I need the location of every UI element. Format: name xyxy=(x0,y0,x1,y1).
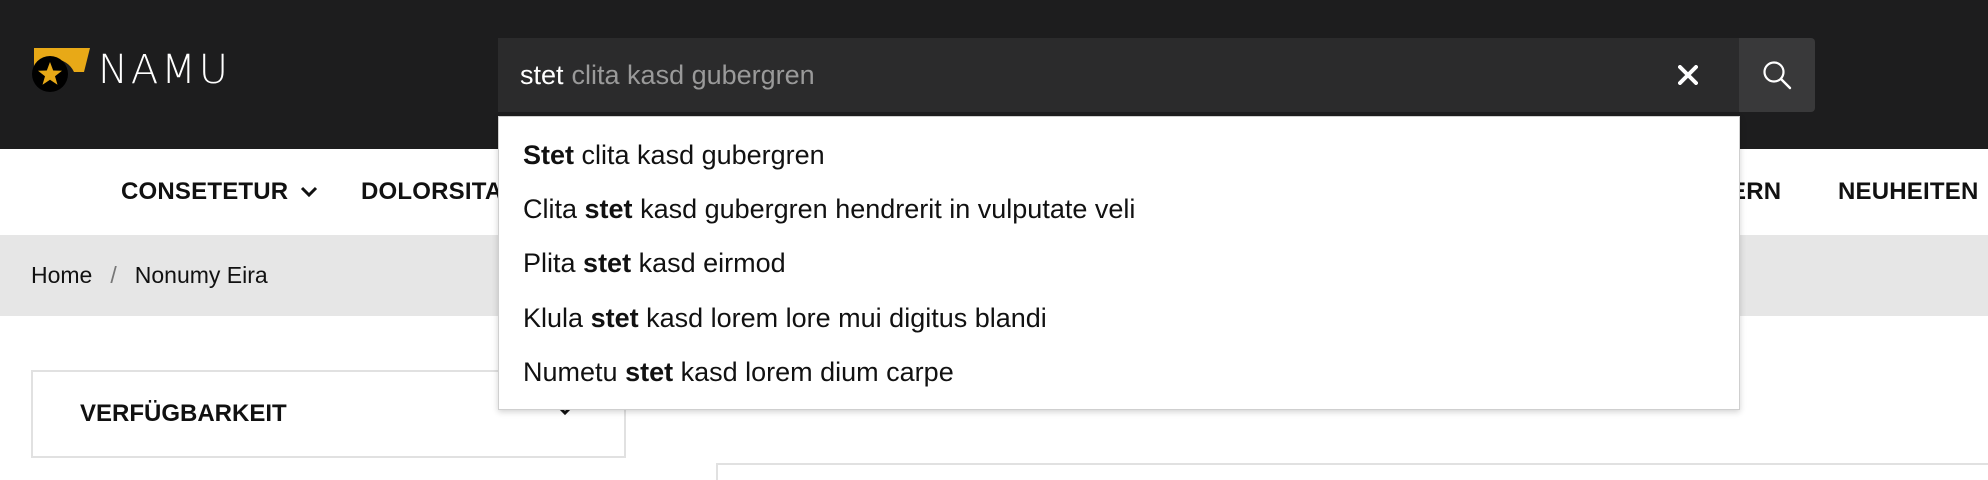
suggestion-match: stet xyxy=(590,303,639,333)
logo[interactable]: NAMU xyxy=(30,48,231,92)
namu-logo-icon xyxy=(30,48,90,92)
suggestion-prefix: Clita xyxy=(523,194,578,224)
suggestion-item[interactable]: Klula stet kasd lorem lore mui digitus b… xyxy=(523,305,1047,332)
availability-filter-label: VERFÜGBARKEIT xyxy=(80,400,287,427)
suggestion-prefix: Numetu xyxy=(523,357,618,387)
suggestion-item[interactable]: Numetu stet kasd lorem dium carpe xyxy=(523,359,954,386)
close-icon xyxy=(1678,65,1698,85)
suggestion-prefix: Plita xyxy=(523,248,576,278)
nav-item-label: CONSETETUR xyxy=(121,178,289,205)
search-submit-button[interactable] xyxy=(1739,38,1815,112)
suggestion-suffix: kasd gubergren hendrerit in vulputate ve… xyxy=(640,194,1136,224)
product-list-container xyxy=(716,463,1988,480)
chevron-down-icon xyxy=(300,186,318,198)
suggestion-suffix: kasd eirmod xyxy=(638,248,786,278)
suggestion-item[interactable]: Plita stet kasd eirmod xyxy=(523,250,786,277)
search-suggestions-dropdown: Stet clita kasd gubergren Clita stet kas… xyxy=(498,116,1740,410)
search-input[interactable]: stet clita kasd gubergren xyxy=(498,38,1739,112)
suggestion-item[interactable]: Clita stet kasd gubergren hendrerit in v… xyxy=(523,196,1135,223)
suggestion-match: stet xyxy=(584,194,633,224)
logo-wordmark: NAMU xyxy=(98,47,232,93)
suggestion-prefix: Klula xyxy=(523,303,584,333)
breadcrumb-current: Nonumy Eira xyxy=(134,262,268,288)
breadcrumb-separator: / xyxy=(110,262,117,288)
search-bar: stet clita kasd gubergren xyxy=(498,38,1815,112)
nav-item-neuheiten[interactable]: NEUHEITEN xyxy=(1838,149,1978,235)
suggestion-match: Stet xyxy=(523,140,575,170)
nav-item-label: NEUHEITEN xyxy=(1838,178,1979,205)
clear-search-button[interactable] xyxy=(1668,55,1708,95)
search-typed-text: stet xyxy=(520,59,564,90)
suggestion-match: stet xyxy=(583,248,632,278)
suggestion-item[interactable]: Stet clita kasd gubergren xyxy=(523,142,825,169)
suggestion-suffix: clita kasd gubergren xyxy=(581,140,825,170)
suggestion-suffix: kasd lorem dium carpe xyxy=(680,357,954,387)
suggestion-suffix: kasd lorem lore mui digitus blandi xyxy=(646,303,1047,333)
breadcrumb-home-link[interactable]: Home xyxy=(31,262,92,289)
search-icon xyxy=(1763,61,1792,90)
suggestion-match: stet xyxy=(625,357,674,387)
search-autocomplete-hint: clita kasd gubergren xyxy=(571,59,815,90)
nav-item-consetetur[interactable]: CONSETETUR xyxy=(121,149,318,235)
breadcrumb: Home / Nonumy Eira xyxy=(31,235,268,316)
